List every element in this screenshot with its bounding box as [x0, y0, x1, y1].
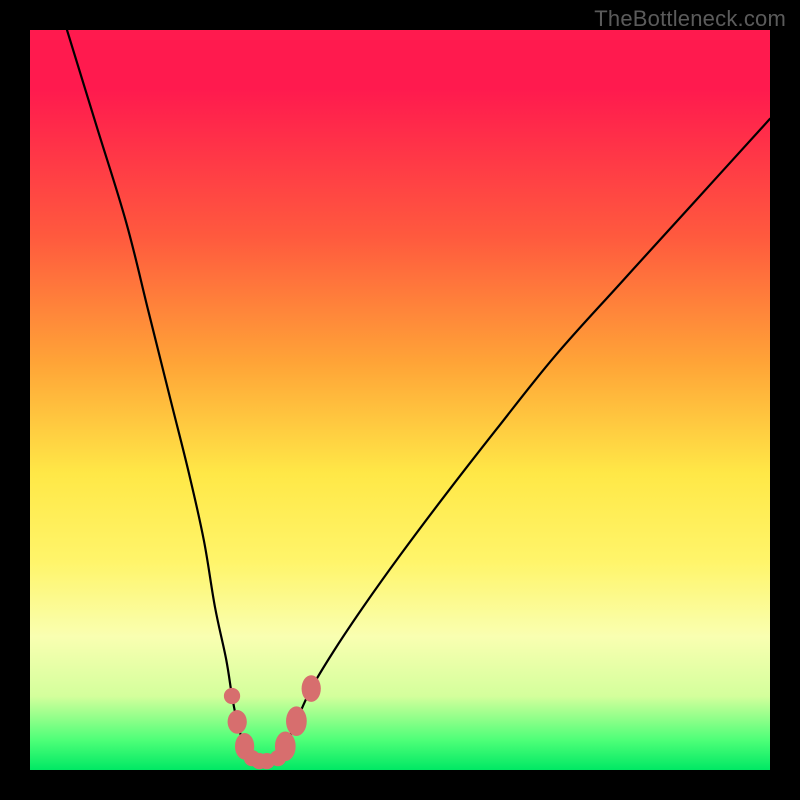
watermark-text: TheBottleneck.com: [594, 6, 786, 32]
markers-group: [224, 675, 321, 769]
chart-frame: TheBottleneck.com: [0, 0, 800, 800]
chart-svg: [30, 30, 770, 770]
marker-left-upper: [224, 688, 240, 704]
marker-right-mid: [286, 706, 307, 736]
bottleneck-curve: [67, 30, 770, 762]
marker-right-low: [275, 732, 296, 762]
plot-area: [30, 30, 770, 770]
marker-right-upper: [302, 675, 321, 702]
marker-left-mid: [228, 710, 247, 734]
